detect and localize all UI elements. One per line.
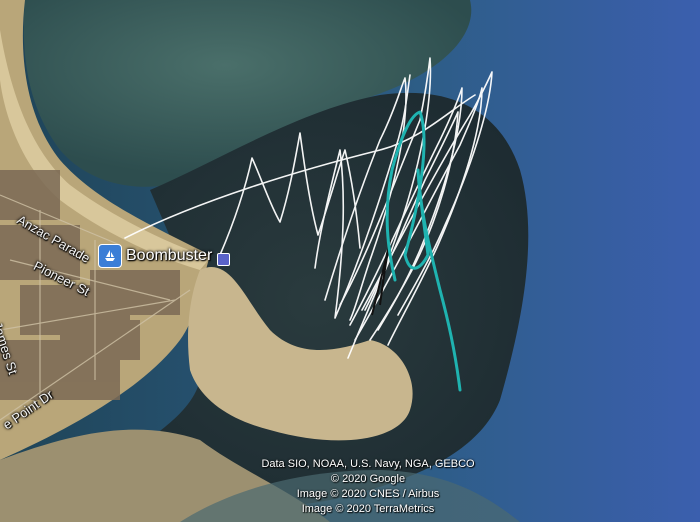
attribution-line: Image © 2020 TerraMetrics xyxy=(301,503,435,515)
map-attribution: Data SIO, NOAA, U.S. Navy, NGA, GEBCO © … xyxy=(236,457,500,517)
satellite-map[interactable]: Boombuster Anzac Parade Pioneer St James… xyxy=(0,0,700,522)
attribution-line: © 2020 Google xyxy=(330,473,406,485)
place-name[interactable]: Boombuster xyxy=(126,247,212,265)
place-marker-boombuster[interactable]: Boombuster xyxy=(98,244,231,268)
attribution-line: Image © 2020 CNES / Airbus xyxy=(296,488,440,500)
shop-icon xyxy=(217,252,231,266)
attribution-line: Data SIO, NOAA, U.S. Navy, NGA, GEBCO xyxy=(261,458,475,470)
boat-icon[interactable] xyxy=(98,244,122,268)
